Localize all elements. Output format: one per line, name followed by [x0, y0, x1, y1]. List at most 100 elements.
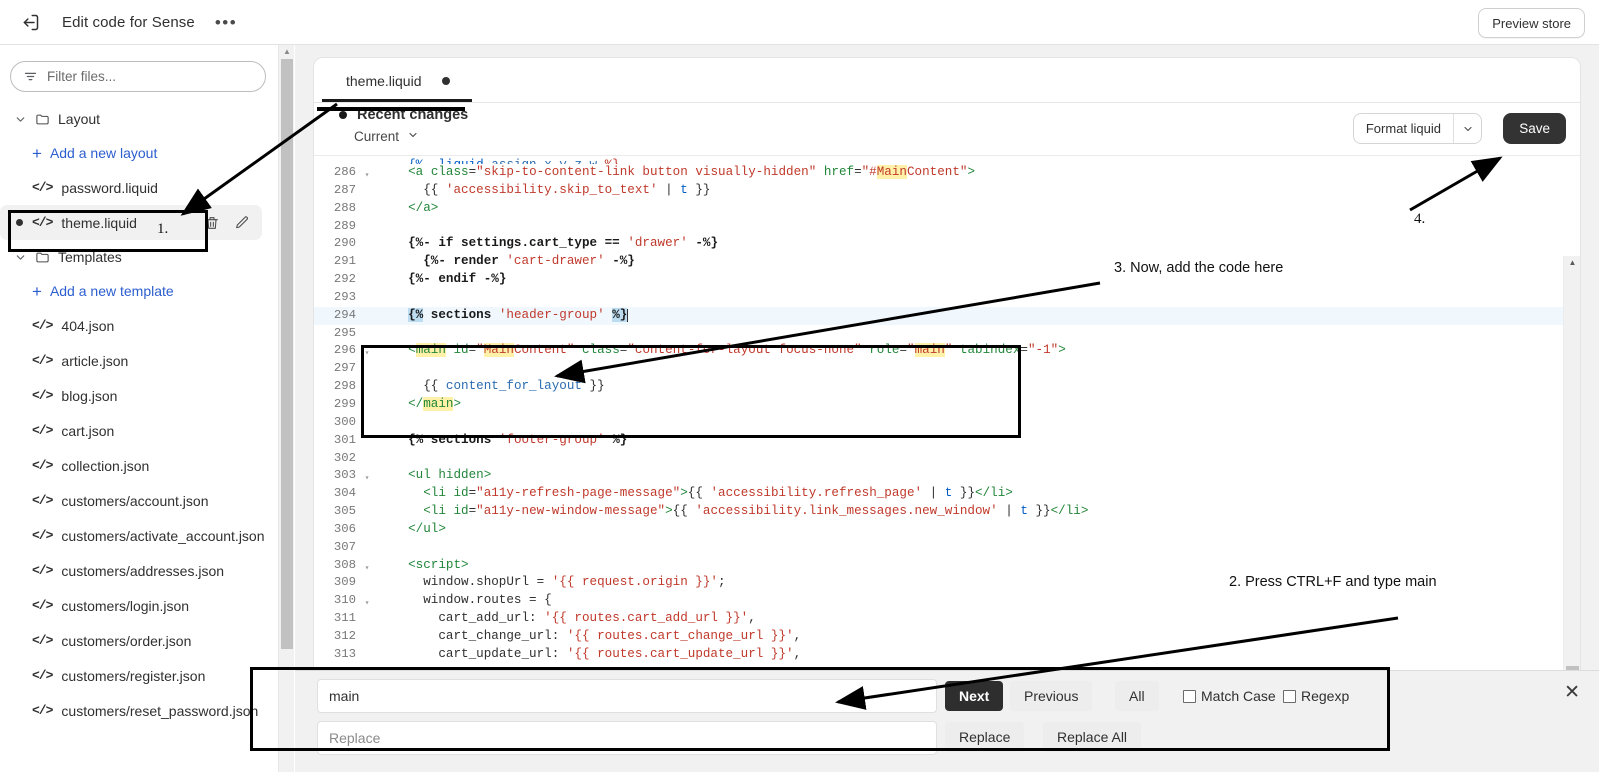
close-icon[interactable]: ✕: [1564, 683, 1580, 702]
more-actions-button[interactable]: •••: [211, 12, 241, 33]
code-text: cart_update_url: '{{ routes.cart_update_…: [438, 646, 802, 661]
code-viewport: {%- liquid assign x_y z_w %} - 286 ▾ <a …: [314, 157, 1580, 758]
find-next-button[interactable]: Next: [945, 681, 1004, 711]
code-text: window.shopUrl = '{{ request.origin }}';: [423, 575, 726, 590]
code-line-313: 313 cart_update_url: '{{ routes.cart_upd…: [314, 646, 1563, 664]
replace-input[interactable]: Replace: [317, 721, 937, 755]
fold-marker: [360, 200, 374, 218]
scroll-up-icon[interactable]: ▲: [282, 48, 292, 56]
add-new-layout-label: Add a new layout: [49, 145, 158, 161]
code-text: </ul>: [408, 521, 446, 536]
fold-marker: [360, 414, 374, 432]
exit-icon[interactable]: [16, 8, 44, 36]
fold-marker[interactable]: ▾: [360, 592, 374, 610]
folder-label-layout: Layout: [58, 111, 101, 127]
match-case-checkbox[interactable]: Match Case: [1183, 688, 1276, 704]
line-number: 296: [333, 343, 356, 358]
file-row-password-liquid[interactable]: </> password.liquid: [0, 170, 278, 205]
code-text: <a class="skip-to-content-link button vi…: [408, 165, 976, 179]
filter-files-placeholder: Filter files...: [47, 69, 117, 84]
file-row-customers-addresses-json[interactable]: </> customers/addresses.json: [0, 553, 278, 588]
chevron-down-icon: [14, 251, 27, 264]
tab-theme-liquid[interactable]: theme.liquid: [332, 58, 464, 103]
code-line-288: 288 </a>: [314, 200, 1563, 218]
file-row-article-json[interactable]: </> article.json: [0, 343, 278, 378]
format-liquid-button[interactable]: Format liquid: [1354, 114, 1453, 143]
sidebar-scrollbar-thumb[interactable]: [281, 59, 293, 649]
fold-marker[interactable]: ▾: [360, 557, 374, 575]
preview-store-button[interactable]: Preview store: [1478, 8, 1585, 38]
add-new-template-button[interactable]: + Add a new template: [0, 274, 278, 308]
code-file-icon: </>: [32, 493, 53, 508]
file-label: customers/account.json: [61, 492, 209, 509]
fold-marker[interactable]: ▾: [360, 467, 374, 485]
file-row-customers-account-json[interactable]: </> customers/account.json: [0, 483, 278, 518]
file-row-cart-json[interactable]: </> cart.json: [0, 413, 278, 448]
version-select[interactable]: Current: [354, 129, 419, 144]
file-label: 404.json: [61, 317, 115, 334]
file-row-customers-login-json[interactable]: </> customers/login.json: [0, 588, 278, 623]
file-row-customers-reset-password-json[interactable]: </> customers/reset_password.json: [0, 693, 278, 728]
filter-files-input[interactable]: Filter files...: [10, 61, 266, 92]
format-liquid-dropdown-button[interactable]: [1453, 114, 1481, 143]
page-title: Edit code for Sense: [62, 13, 195, 31]
replace-button[interactable]: Replace: [945, 722, 1025, 752]
regexp-checkbox[interactable]: Regexp: [1283, 688, 1349, 704]
code-line-295: 295: [314, 325, 1563, 343]
file-row-customers-activate-account-json[interactable]: </> customers/activate_account.json: [0, 518, 278, 553]
file-row-blog-json[interactable]: </> blog.json: [0, 378, 278, 413]
find-input[interactable]: main: [317, 679, 937, 713]
fold-marker: [360, 628, 374, 646]
checkbox-box: [1283, 689, 1296, 703]
code-file-icon: </>: [32, 703, 53, 718]
code-file-icon: </>: [32, 633, 53, 648]
code-text: <ul hidden>: [408, 468, 492, 483]
line-number: 312: [333, 628, 356, 643]
file-row-customers-order-json[interactable]: </> customers/order.json: [0, 623, 278, 658]
code-file-icon: </>: [32, 528, 53, 543]
folder-templates[interactable]: Templates: [0, 240, 278, 274]
file-label: customers/register.json: [61, 667, 206, 684]
fold-marker: [360, 182, 374, 200]
file-label: customers/login.json: [61, 597, 190, 614]
plus-icon: +: [32, 281, 42, 301]
delete-icon[interactable]: [204, 215, 220, 231]
save-button[interactable]: Save: [1503, 113, 1566, 144]
file-row-collection-json[interactable]: </> collection.json: [0, 448, 278, 483]
code-text: {% sections 'footer-group' %}: [408, 432, 628, 447]
top-bar: Edit code for Sense ••• Preview store: [0, 0, 1599, 45]
fold-marker: [360, 289, 374, 307]
edit-icon[interactable]: [234, 215, 250, 231]
line-number: 313: [333, 646, 356, 661]
code-text: <li id="a11y-refresh-page-message">{{ 'a…: [423, 486, 1013, 501]
sidebar-scrollbar[interactable]: ▲: [278, 45, 294, 772]
file-row-customers-register-json[interactable]: </> customers/register.json: [0, 658, 278, 693]
code-line-307: 307: [314, 539, 1563, 557]
scroll-up-icon[interactable]: ▲: [1564, 256, 1580, 270]
fold-marker[interactable]: ▾: [360, 342, 374, 360]
recent-changes-dot: [339, 111, 347, 119]
file-row-theme-liquid[interactable]: </> theme.liquid: [0, 205, 262, 240]
line-number: 293: [333, 289, 356, 304]
find-previous-button[interactable]: Previous: [1010, 681, 1093, 711]
line-number: 304: [333, 486, 356, 501]
folder-icon: [35, 250, 50, 265]
code-text: <main id="MainContent" class="content-fo…: [408, 343, 1066, 358]
line-number: 298: [333, 379, 356, 394]
version-select-label: Current: [354, 129, 400, 144]
file-row-404-json[interactable]: </> 404.json: [0, 308, 278, 343]
chevron-down-icon: [14, 113, 27, 126]
code-content[interactable]: {%- liquid assign x_y z_w %} - 286 ▾ <a …: [314, 157, 1563, 758]
fold-marker: [360, 521, 374, 539]
code-text: </main>: [408, 396, 462, 411]
fold-marker: [360, 307, 374, 325]
folder-layout[interactable]: Layout: [0, 102, 278, 136]
line-number: 299: [333, 396, 356, 411]
code-line-300: 300: [314, 414, 1563, 432]
replace-all-button[interactable]: Replace All: [1043, 722, 1142, 752]
fold-marker[interactable]: ▾: [360, 164, 374, 182]
find-all-button[interactable]: All: [1115, 681, 1159, 711]
line-number: 290: [333, 236, 356, 251]
file-label: customers/addresses.json: [61, 562, 225, 579]
add-new-layout-button[interactable]: + Add a new layout: [0, 136, 278, 170]
